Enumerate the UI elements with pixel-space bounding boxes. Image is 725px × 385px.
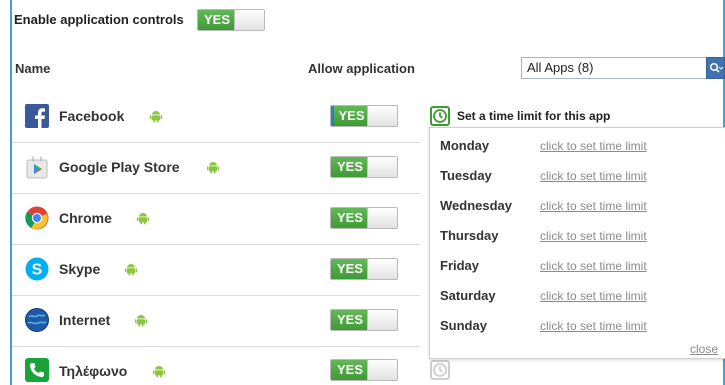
day-label-sunday: Sunday	[440, 318, 487, 333]
clock-icon	[433, 363, 447, 377]
search-button[interactable]	[706, 57, 725, 79]
allow-toggle-facebook[interactable]: YES	[330, 105, 398, 127]
column-header-name: Name	[15, 61, 51, 76]
allow-toggle-phone[interactable]: YES	[330, 359, 398, 381]
toggle-yes-label: YES	[198, 10, 236, 30]
day-label-thursday: Thursday	[440, 228, 499, 243]
toggle-yes-label: YES	[331, 208, 369, 228]
enable-application-controls-toggle[interactable]: YES	[197, 9, 265, 31]
toggle-knob	[367, 310, 397, 330]
day-label-saturday: Saturday	[440, 288, 496, 303]
android-icon	[153, 366, 165, 378]
facebook-icon	[25, 104, 49, 128]
allow-toggle-chrome[interactable]: YES	[330, 207, 398, 229]
set-time-limit-link-saturday[interactable]: click to set time limit	[540, 289, 647, 303]
day-label-tuesday: Tuesday	[440, 168, 492, 183]
app-row-skype: S Skype YES	[12, 245, 420, 296]
android-icon	[207, 162, 219, 174]
set-time-limit-link-tuesday[interactable]: click to set time limit	[540, 169, 647, 183]
android-icon	[125, 264, 137, 276]
day-label-wednesday: Wednesday	[440, 198, 513, 213]
set-time-limit-link-thursday[interactable]: click to set time limit	[540, 229, 647, 243]
app-row-chrome: Chrome YES	[12, 194, 420, 245]
day-label-monday: Monday	[440, 138, 490, 153]
toggle-yes-label: YES	[331, 157, 369, 177]
set-time-limit-link-monday[interactable]: click to set time limit	[540, 139, 647, 153]
time-limit-title: Set a time limit for this app	[457, 109, 611, 123]
toggle-yes-label: YES	[331, 310, 369, 330]
day-label-friday: Friday	[440, 258, 480, 273]
enable-application-controls-label: Enable application controls	[14, 12, 184, 27]
close-link[interactable]: close	[690, 342, 718, 356]
app-name: Internet	[59, 312, 111, 328]
toggle-knob	[367, 157, 397, 177]
toggle-knob	[367, 106, 397, 126]
toggle-yes-label: YES	[331, 106, 369, 126]
time-limit-popup: Monday click to set time limit Tuesday c…	[429, 127, 725, 359]
allow-toggle-internet[interactable]: YES	[330, 309, 398, 331]
toggle-knob	[367, 360, 397, 380]
chrome-icon	[25, 206, 49, 230]
allow-toggle-skype[interactable]: YES	[330, 258, 398, 280]
toggle-yes-label: YES	[331, 259, 369, 279]
set-time-limit-link-wednesday[interactable]: click to set time limit	[540, 199, 647, 213]
internet-globe-icon	[25, 308, 49, 332]
skype-icon: S	[25, 257, 49, 281]
app-name: Facebook	[59, 108, 125, 124]
toggle-knob	[234, 10, 264, 30]
phone-icon	[25, 358, 49, 382]
app-row-google-play-store: Google Play Store YES	[12, 143, 420, 194]
clock-icon	[433, 109, 447, 123]
toggle-knob	[367, 259, 397, 279]
toggle-knob	[367, 208, 397, 228]
android-icon	[150, 111, 162, 123]
app-filter-select[interactable]: All Apps (8)	[521, 57, 707, 79]
set-time-limit-link-friday[interactable]: click to set time limit	[540, 259, 647, 273]
time-limit-button-phone[interactable]	[430, 360, 450, 380]
app-row-facebook: Facebook YES	[12, 92, 420, 143]
app-row-phone: Τηλέφωνο YES	[12, 346, 420, 385]
app-name: Chrome	[59, 210, 112, 226]
time-limit-button-facebook[interactable]	[430, 106, 450, 126]
app-row-internet: Internet YES	[12, 296, 420, 347]
app-name: Google Play Store	[59, 159, 180, 175]
set-time-limit-link-sunday[interactable]: click to set time limit	[540, 319, 647, 333]
google-play-store-icon	[26, 156, 48, 179]
toggle-yes-label: YES	[331, 360, 369, 380]
app-name: Τηλέφωνο	[59, 363, 128, 379]
search-icon	[709, 62, 724, 73]
android-icon	[135, 315, 147, 327]
app-name: Skype	[59, 261, 101, 277]
svg-text:S: S	[32, 262, 43, 279]
android-icon	[137, 213, 149, 225]
allow-toggle-google-play-store[interactable]: YES	[330, 156, 398, 178]
column-header-allow-application: Allow application	[308, 61, 415, 76]
